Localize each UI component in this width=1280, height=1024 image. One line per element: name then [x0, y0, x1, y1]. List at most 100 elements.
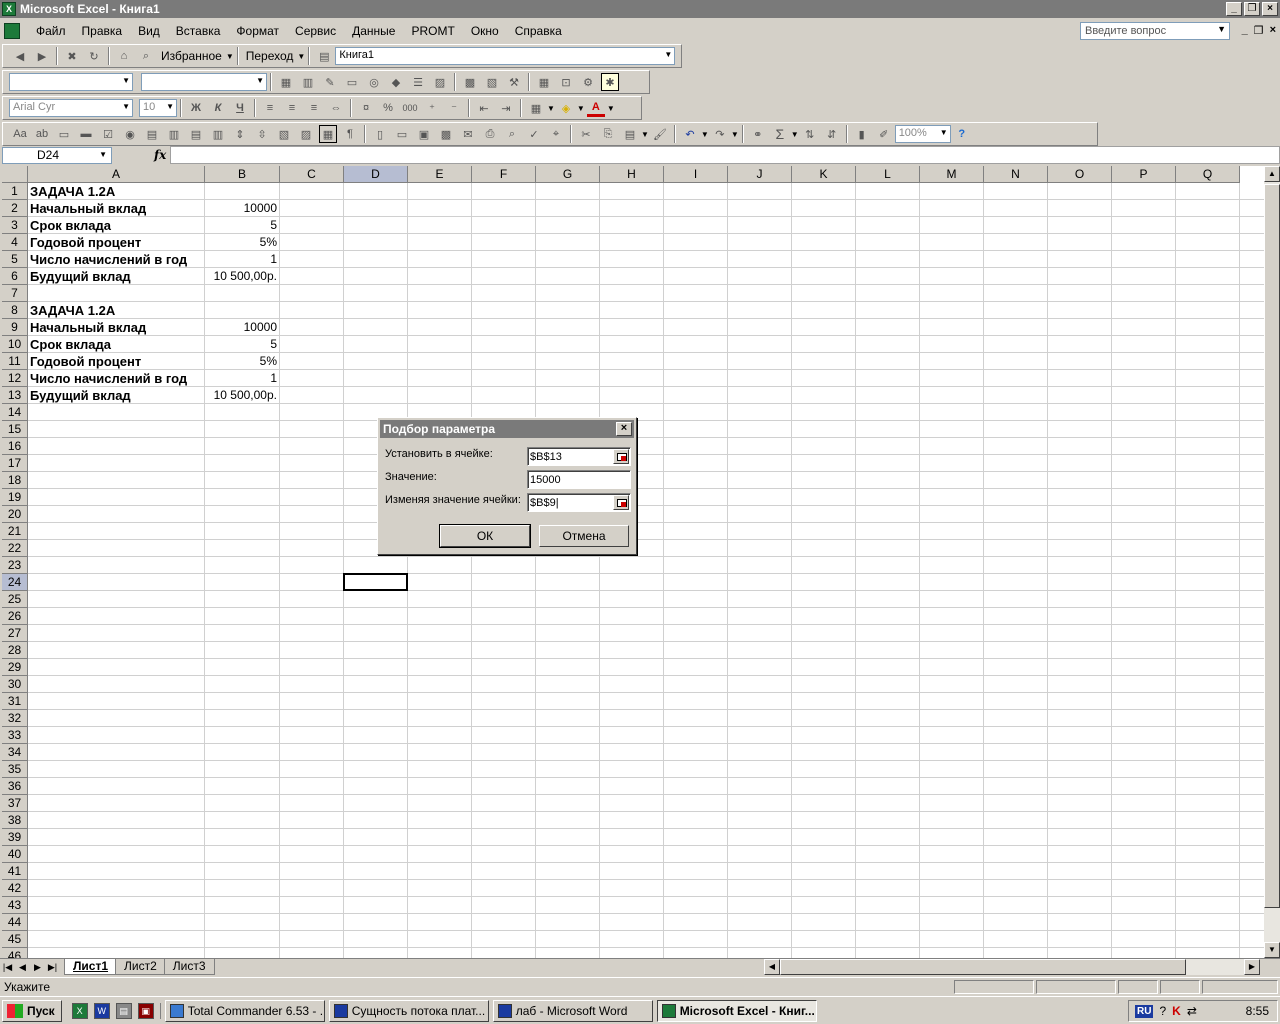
horizontal-scroll-thumb[interactable]: [780, 959, 1186, 975]
cell-b5[interactable]: 1: [205, 251, 280, 268]
list-icon[interactable]: ☰: [409, 73, 427, 91]
cell-a9[interactable]: Начальный вклад: [28, 319, 205, 336]
start-button[interactable]: Пуск: [2, 999, 62, 1022]
sheet-tab-3[interactable]: Лист3: [163, 959, 215, 975]
row-header[interactable]: 3: [2, 217, 28, 234]
chevron-down-icon[interactable]: ▼: [256, 76, 264, 85]
menu-insert[interactable]: Вставка: [168, 24, 229, 38]
row-header[interactable]: 23: [2, 557, 28, 574]
column-header[interactable]: P: [1112, 166, 1176, 183]
workbook-icon[interactable]: [4, 23, 20, 39]
cell-b10[interactable]: 5: [205, 336, 280, 353]
scrollbar-icon[interactable]: ⇕: [231, 125, 249, 143]
permission-icon[interactable]: ▩: [437, 125, 455, 143]
vertical-scroll-thumb[interactable]: [1264, 184, 1280, 908]
chevron-down-icon[interactable]: ▼: [791, 130, 799, 139]
scroll-down-icon[interactable]: ▼: [1264, 942, 1280, 958]
cell-b9[interactable]: 10000: [205, 319, 280, 336]
edit-icon[interactable]: ✎: [321, 73, 339, 91]
refresh-icon[interactable]: ↻: [85, 47, 103, 65]
cell-a10[interactable]: Срок вклада: [28, 336, 205, 353]
row-header[interactable]: 28: [2, 642, 28, 659]
ok-button[interactable]: ОК: [439, 524, 531, 548]
spelling-icon[interactable]: ✓: [525, 125, 543, 143]
font-color-icon[interactable]: A: [586, 99, 605, 117]
bold-button[interactable]: Ж: [187, 99, 205, 117]
print-icon[interactable]: ⎙: [481, 125, 499, 143]
menu-tools[interactable]: Сервис: [287, 24, 344, 38]
align-right-icon[interactable]: ≡: [305, 99, 323, 117]
row-header[interactable]: 8: [2, 302, 28, 319]
row-header[interactable]: 7: [2, 285, 28, 302]
combo-dropdown-icon[interactable]: ▥: [209, 125, 227, 143]
scroll-right-icon[interactable]: ▶: [1244, 959, 1260, 975]
row-header[interactable]: 22: [2, 540, 28, 557]
tools-icon[interactable]: ⚒: [505, 73, 523, 91]
increase-decimal-icon[interactable]: ⁺: [423, 99, 441, 117]
task-excel[interactable]: Microsoft Excel - Книг...: [656, 999, 817, 1022]
row-header[interactable]: 35: [2, 761, 28, 778]
task-word-doc-2[interactable]: лаб - Microsoft Word: [492, 999, 653, 1022]
checkbox-icon[interactable]: ☑: [99, 125, 117, 143]
cell-b4[interactable]: 5%: [205, 234, 280, 251]
italic-button[interactable]: К: [209, 99, 227, 117]
row-header[interactable]: 29: [2, 659, 28, 676]
row-header[interactable]: 14: [2, 404, 28, 421]
align-center-icon[interactable]: ≡: [283, 99, 301, 117]
row-header[interactable]: 15: [2, 421, 28, 438]
column-header[interactable]: B: [205, 166, 280, 183]
row-header[interactable]: 36: [2, 778, 28, 795]
row-header[interactable]: 44: [2, 914, 28, 931]
doc-close-button[interactable]: ×: [1270, 24, 1276, 37]
chevron-down-icon[interactable]: ▼: [99, 150, 107, 159]
chart-wizard-icon[interactable]: ▮: [853, 125, 871, 143]
cell-a4[interactable]: Годовой процент: [28, 234, 205, 251]
last-sheet-icon[interactable]: ▶|: [45, 962, 60, 973]
thousands-button[interactable]: 000: [401, 99, 419, 117]
set-cell-input[interactable]: $B$13: [527, 447, 631, 466]
group-box-icon[interactable]: ▭: [55, 125, 73, 143]
column-header[interactable]: G: [536, 166, 600, 183]
column-header[interactable]: E: [408, 166, 472, 183]
row-header[interactable]: 1: [2, 183, 28, 200]
text-icon[interactable]: Aa: [11, 125, 29, 143]
next-sheet-icon[interactable]: ▶: [30, 962, 45, 973]
doc-restore-button[interactable]: ❐: [1254, 24, 1264, 37]
collapse-dialog-icon[interactable]: [613, 495, 629, 510]
chevron-down-icon[interactable]: ▼: [731, 130, 739, 139]
align-left-icon[interactable]: ≡: [261, 99, 279, 117]
pivot-icon[interactable]: ▩: [461, 73, 479, 91]
row-header[interactable]: 2: [2, 200, 28, 217]
autosum-button[interactable]: Σ: [771, 125, 789, 143]
select-all-corner[interactable]: [2, 166, 28, 183]
row-header[interactable]: 9: [2, 319, 28, 336]
scroll-up-icon[interactable]: ▲: [1264, 166, 1280, 182]
chevron-down-icon[interactable]: ▼: [577, 104, 585, 113]
row-header[interactable]: 5: [2, 251, 28, 268]
name-box[interactable]: D24 ▼: [2, 146, 112, 164]
active-tool-icon[interactable]: ✱: [601, 73, 619, 91]
column-header[interactable]: H: [600, 166, 664, 183]
grid-icon[interactable]: ▦: [535, 73, 553, 91]
collapse-dialog-icon[interactable]: [613, 449, 629, 464]
column-header[interactable]: F: [472, 166, 536, 183]
row-header[interactable]: 46: [2, 948, 28, 958]
first-sheet-icon[interactable]: |◀: [0, 962, 15, 973]
row-header[interactable]: 45: [2, 931, 28, 948]
redo-icon[interactable]: ↷: [711, 125, 729, 143]
doc-minimize-button[interactable]: _: [1242, 24, 1248, 37]
cell-a12[interactable]: Число начислений в год: [28, 370, 205, 387]
fill-color-icon[interactable]: ◈: [557, 99, 575, 117]
language-indicator[interactable]: RU: [1135, 1004, 1154, 1018]
row-header[interactable]: 6: [2, 268, 28, 285]
menu-file[interactable]: Файл: [28, 24, 74, 38]
value-input[interactable]: 15000: [527, 470, 631, 489]
excel-app-icon[interactable]: X: [2, 2, 16, 16]
chevron-down-icon[interactable]: ▼: [297, 52, 305, 61]
back-icon[interactable]: ◀: [11, 47, 29, 65]
forward-icon[interactable]: ▶: [33, 47, 51, 65]
search-web-icon[interactable]: ⌕: [137, 47, 155, 65]
explorer-quicklaunch-icon[interactable]: ▤: [115, 1002, 132, 1019]
row-header[interactable]: 37: [2, 795, 28, 812]
minimize-button[interactable]: _: [1226, 2, 1242, 16]
